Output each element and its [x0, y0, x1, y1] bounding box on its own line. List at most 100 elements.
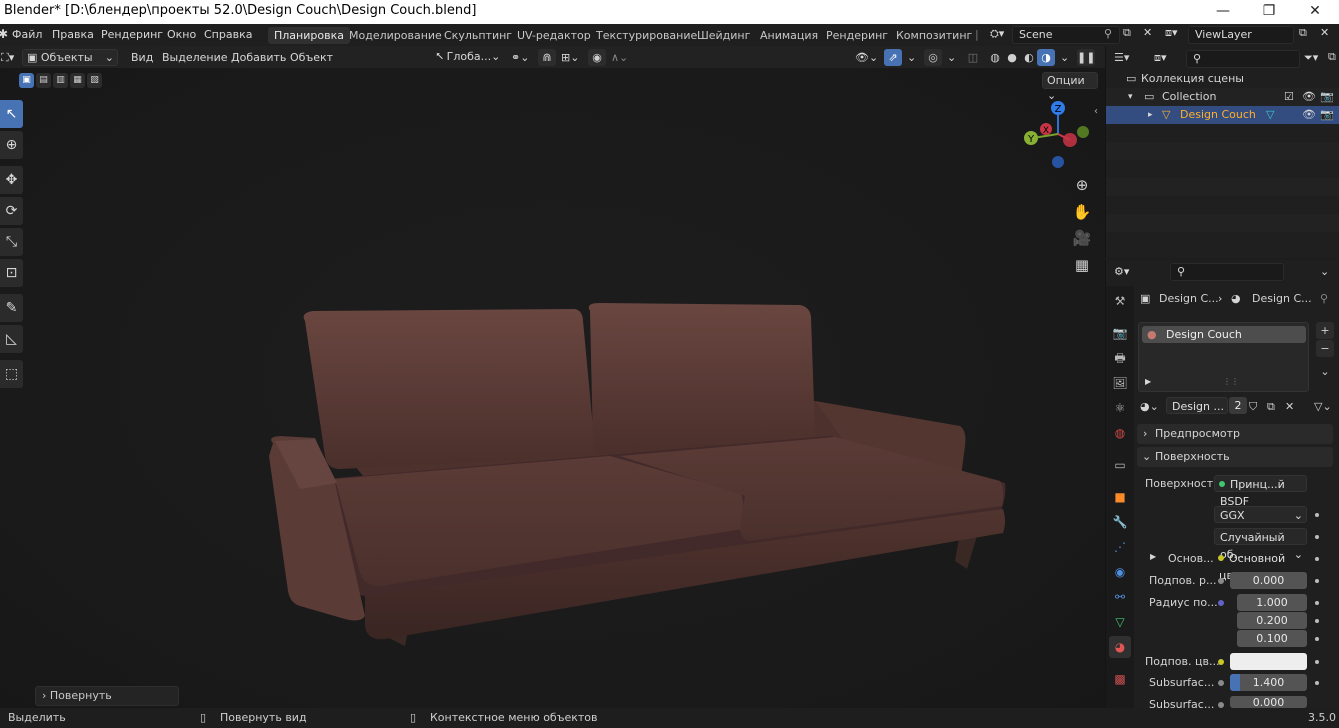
material-slot-list[interactable]: ● Design Couch ▶ ⋮⋮: [1138, 322, 1309, 392]
tab-compositing[interactable]: Композитинг: [890, 27, 978, 44]
overlays-toggle-icon[interactable]: ◎: [924, 49, 942, 66]
delete-view-layer-icon[interactable]: ✕: [1320, 26, 1329, 39]
outliner-editor-type-icon[interactable]: ☰▾: [1114, 51, 1129, 64]
tab-shading[interactable]: Шейдинг: [691, 27, 756, 44]
pan-hand-icon[interactable]: ✋: [1070, 200, 1094, 224]
display-mode-icon[interactable]: ⧈▾: [1154, 51, 1167, 65]
select-subtract-icon[interactable]: ▥: [53, 73, 68, 88]
measure-tool-icon[interactable]: ◺: [0, 325, 23, 353]
view-layer-icon[interactable]: ⧈▾: [1165, 26, 1178, 40]
add-slot-icon[interactable]: +: [1316, 322, 1334, 339]
physics-tab-icon[interactable]: ◉: [1109, 561, 1131, 583]
outliner-search-input[interactable]: ⚲: [1186, 50, 1300, 68]
tab-rendering[interactable]: Рендеринг: [820, 27, 894, 44]
viewport-menu-select[interactable]: Выделение: [157, 49, 233, 66]
material-preview-shading-icon[interactable]: ◐: [1020, 49, 1038, 66]
select-new-icon[interactable]: ▣: [19, 73, 34, 88]
tab-uv-editing[interactable]: UV-редактор: [511, 27, 597, 44]
subsurface-radius-z-field[interactable]: 0.100: [1237, 630, 1307, 647]
3d-viewport[interactable]: ⛶▾ ▣ Объекты ⌄ Вид Выделение Добавить Объ…: [0, 46, 1105, 708]
keyframe-dot-icon[interactable]: [1315, 513, 1319, 517]
output-tab-icon[interactable]: 🖶: [1109, 347, 1131, 369]
modifiers-tab-icon[interactable]: 🔧: [1109, 511, 1131, 533]
transform-orientation-select[interactable]: ⭦ Глоба...⌄: [432, 49, 502, 66]
overlays-dropdown-icon[interactable]: ⌄: [942, 49, 961, 66]
add-cube-tool-icon[interactable]: ⬚: [0, 360, 23, 388]
sidebar-toggle-icon[interactable]: ‹: [1094, 106, 1098, 117]
delete-scene-icon[interactable]: ✕: [1143, 26, 1152, 39]
wireframe-shading-icon[interactable]: ◍: [986, 49, 1004, 66]
visibility-eye-icon[interactable]: 👁: [1302, 88, 1316, 106]
snap-icon[interactable]: ⋒: [538, 49, 556, 66]
browse-material-icon[interactable]: ◕⌄: [1140, 400, 1159, 413]
material-slot-item[interactable]: ● Design Couch: [1142, 326, 1306, 343]
transform-tool-icon[interactable]: ⊡: [0, 259, 23, 287]
render-tab-icon[interactable]: 📷: [1109, 322, 1131, 344]
filter-icon[interactable]: ⏷▾: [1304, 51, 1318, 65]
keyframe-dot-icon[interactable]: [1315, 619, 1319, 623]
subsurface-anisotropy-field[interactable]: 0.000: [1230, 696, 1307, 709]
data-tab-icon[interactable]: ▽: [1109, 611, 1131, 633]
tab-layout[interactable]: Планировка: [268, 27, 350, 44]
subsurface-method-select[interactable]: Случайный об... ⌄: [1214, 528, 1307, 561]
xray-toggle-icon[interactable]: ◫: [964, 49, 982, 66]
tab-texture-paint[interactable]: Текстурирование: [590, 27, 703, 44]
pin-scene-icon[interactable]: ⚲: [1104, 27, 1112, 40]
falloff-icon[interactable]: ∧⌄: [606, 49, 633, 66]
last-operator-panel[interactable]: › Повернуть: [35, 686, 179, 706]
editor-type-icon[interactable]: ⛶▾: [0, 49, 19, 66]
close-button[interactable]: ✕: [1292, 0, 1338, 24]
unlink-material-icon[interactable]: ✕: [1285, 400, 1294, 413]
camera-view-icon[interactable]: 🎥: [1070, 226, 1094, 250]
keyframe-dot-icon[interactable]: [1315, 660, 1319, 664]
select-intersect-icon[interactable]: ▧: [87, 73, 102, 88]
select-extend-icon[interactable]: ▤: [36, 73, 51, 88]
shading-dropdown-icon[interactable]: ⌄: [1055, 49, 1074, 66]
object-tab-icon[interactable]: ■: [1109, 486, 1131, 508]
viewport-menu-view[interactable]: Вид: [126, 49, 158, 66]
menu-window[interactable]: Окно: [167, 28, 196, 41]
render-camera-icon[interactable]: 📷: [1320, 88, 1334, 106]
viewport-menu-object[interactable]: Объект: [285, 49, 338, 66]
list-expand-icon[interactable]: ▶: [1145, 377, 1151, 386]
select-box-tool-icon[interactable]: ↖: [0, 100, 23, 128]
keyframe-dot-icon[interactable]: [1315, 601, 1319, 605]
blender-logo-icon[interactable]: ✱: [0, 27, 8, 41]
properties-editor-type-icon[interactable]: ⚙▾: [1114, 265, 1129, 278]
select-invert-icon[interactable]: ▦: [70, 73, 85, 88]
distribution-select[interactable]: GGX ⌄: [1214, 506, 1307, 523]
remove-slot-icon[interactable]: −: [1316, 340, 1334, 357]
duplicate-material-icon[interactable]: ⧉: [1267, 400, 1275, 414]
scene-tab-icon[interactable]: ⚛: [1109, 397, 1131, 419]
expand-icon[interactable]: ▸: [1148, 106, 1153, 124]
render-camera-icon[interactable]: 📷: [1320, 106, 1334, 124]
keyframe-dot-icon[interactable]: [1315, 681, 1319, 685]
tab-sculpting[interactable]: Скульптинг: [438, 27, 518, 44]
maximize-button[interactable]: ❐: [1246, 0, 1292, 24]
properties-options-icon[interactable]: ⌄: [1320, 265, 1329, 278]
subsurface-radius-y-field[interactable]: 0.200: [1237, 612, 1307, 629]
pin-icon[interactable]: ⚲: [1320, 292, 1328, 305]
perspective-grid-icon[interactable]: ▦: [1070, 253, 1094, 277]
material-users-count[interactable]: 2: [1229, 397, 1247, 414]
view-layer-name-field[interactable]: ViewLayer: [1188, 26, 1294, 44]
outliner-row-collection[interactable]: ▾ ▭ Collection ☑ 👁 📷: [1106, 88, 1339, 106]
pause-render-icon[interactable]: ❚❚: [1077, 49, 1095, 66]
menu-file[interactable]: Файл: [12, 28, 42, 41]
particles-tab-icon[interactable]: ⋰: [1109, 536, 1131, 558]
constraints-tab-icon[interactable]: ⚯: [1109, 586, 1131, 608]
expand-input-icon[interactable]: ▶: [1150, 552, 1156, 561]
exclude-checkbox-icon[interactable]: ☑: [1284, 88, 1294, 106]
viewport-menu-add[interactable]: Добавить: [226, 49, 291, 66]
snap-target-icon[interactable]: ⊞⌄: [556, 49, 584, 66]
keyframe-dot-icon[interactable]: [1315, 579, 1319, 583]
tab-animation[interactable]: Анимация: [754, 27, 824, 44]
tab-modeling[interactable]: Моделирование: [343, 27, 448, 44]
collection-tab-icon[interactable]: ▭: [1109, 454, 1131, 476]
mode-select[interactable]: ▣ Объекты ⌄: [22, 49, 118, 66]
move-tool-icon[interactable]: ✥: [0, 166, 23, 194]
tool-tab-icon[interactable]: ⚒: [1109, 290, 1131, 312]
new-view-layer-icon[interactable]: ⧉: [1299, 26, 1307, 40]
menu-render[interactable]: Рендеринг: [101, 28, 163, 41]
pivot-point-icon[interactable]: ⚭⌄: [506, 49, 534, 66]
